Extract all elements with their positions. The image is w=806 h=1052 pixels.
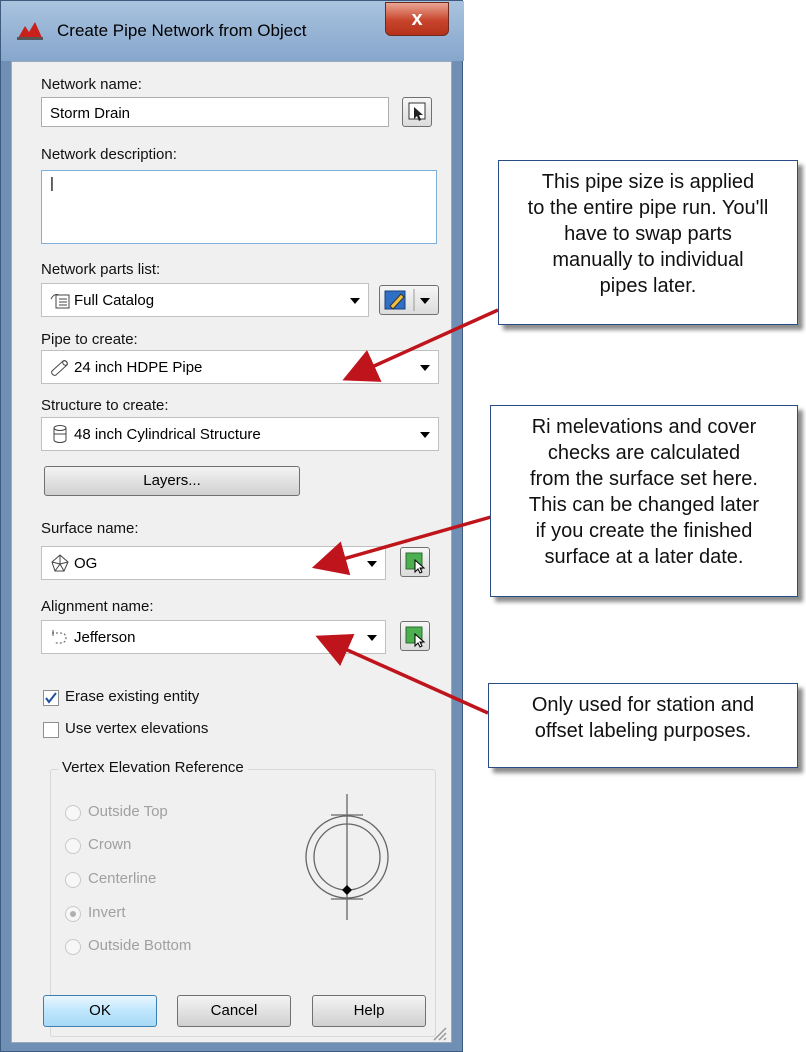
callout-line: pipes later. [599, 275, 697, 297]
callout-surface: Ri melevations and cover checks are calc… [490, 405, 798, 597]
callout-line: Only used for station and [531, 694, 755, 716]
callout-line: surface at a later date. [544, 546, 744, 568]
callout-line: have to swap parts [564, 223, 732, 245]
callout-line: This can be changed later [528, 494, 760, 516]
callout-line: Ri melevations and cover [531, 416, 757, 438]
arrow-to-alignment [315, 634, 489, 715]
callout-line: to the entire pipe run. You'll [527, 197, 769, 219]
callout-line: manually to individual [552, 249, 744, 271]
callout-line: checks are calculated [547, 442, 741, 464]
callout-line: if you create the finished [535, 520, 753, 542]
callout-line: offset labeling purposes. [534, 720, 752, 742]
callout-line: This pipe size is applied [541, 171, 755, 193]
arrow-to-pipe [342, 308, 499, 382]
callout-line: from the surface set here. [530, 468, 758, 490]
arrow-to-surface [311, 513, 499, 576]
callout-alignment: Only used for station and offset labelin… [488, 683, 798, 768]
callout-pipe-size: This pipe size is applied to the entire … [498, 160, 798, 325]
